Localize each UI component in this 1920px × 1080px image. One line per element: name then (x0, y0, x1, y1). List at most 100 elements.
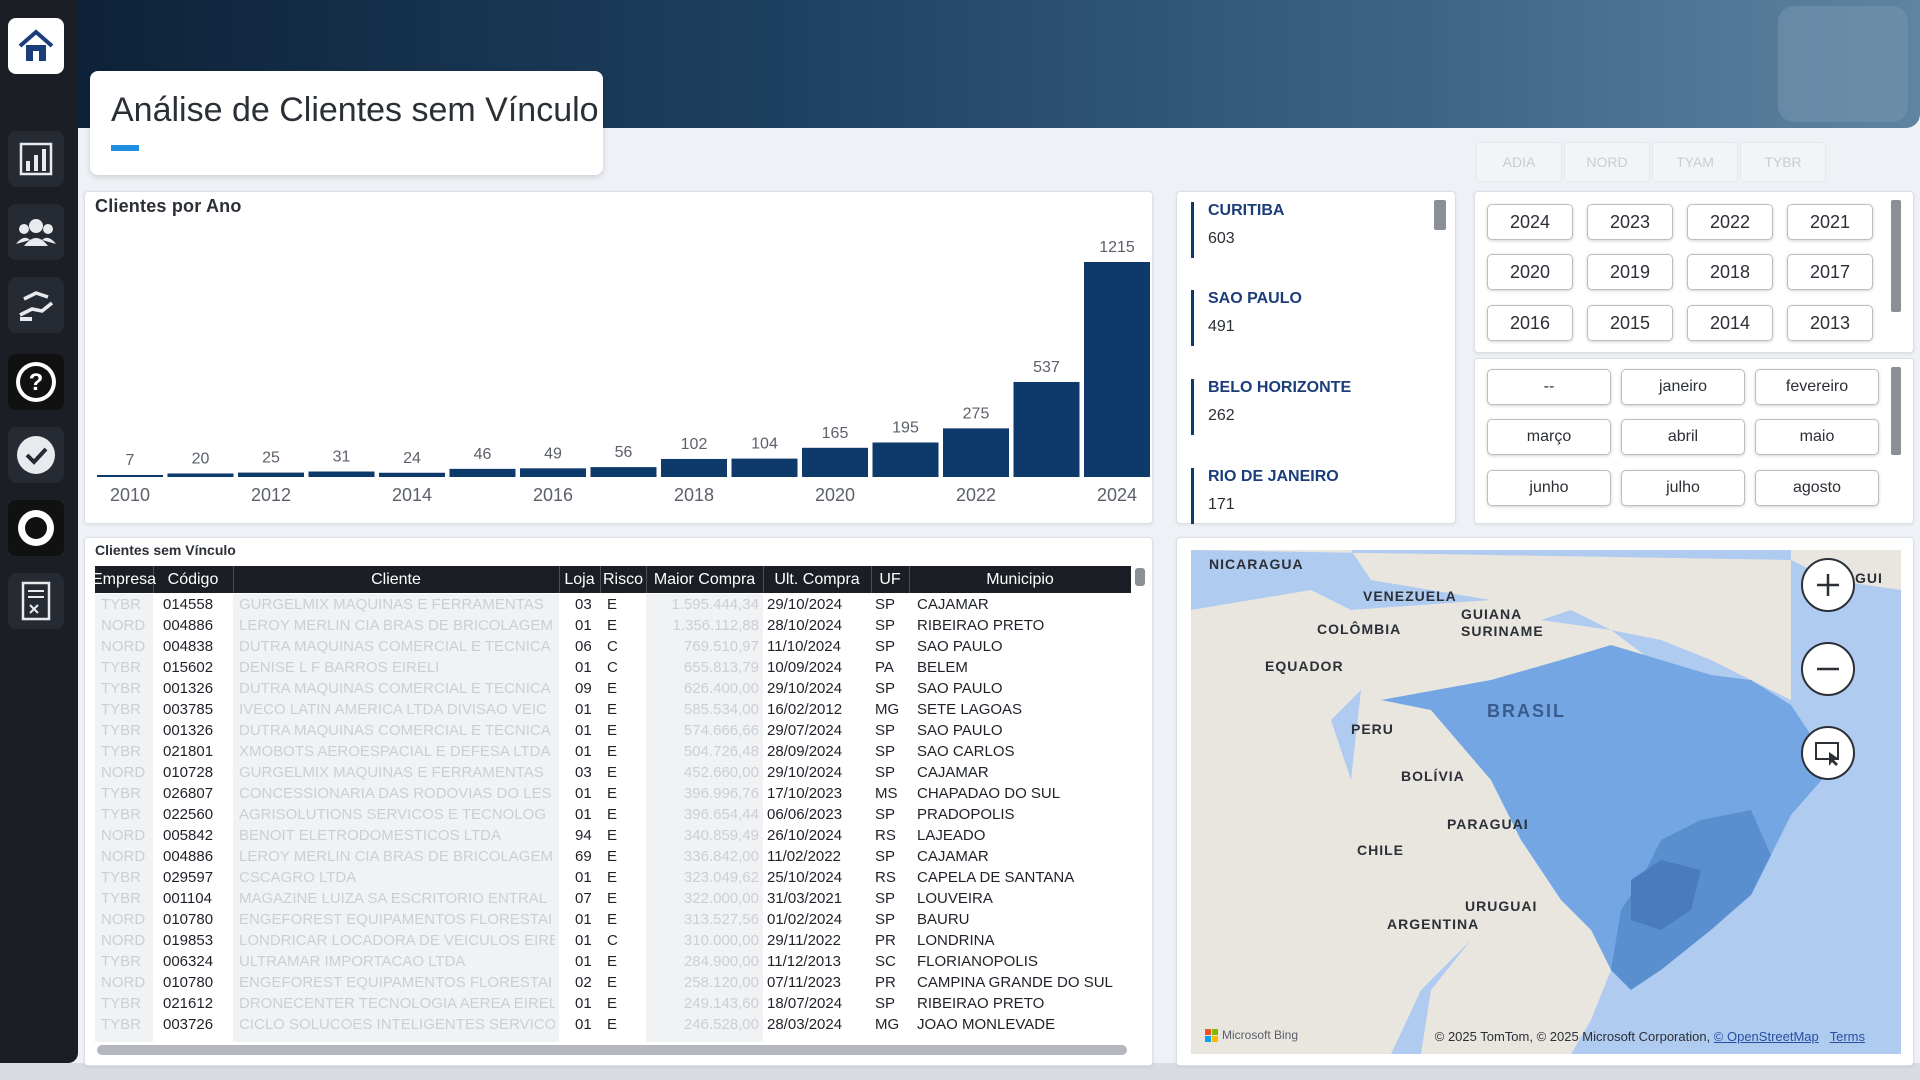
bar[interactable] (308, 471, 375, 477)
col-header-empresa[interactable]: Empresa (92, 566, 156, 593)
col-header-loja[interactable]: Loja (559, 566, 601, 593)
month-option[interactable]: -- (1487, 369, 1611, 405)
table-row[interactable]: NORD 010728 GURGELMIX MAQUINAS E FERRAMENT… (95, 762, 1131, 783)
empresa-option[interactable]: NORD (1564, 142, 1650, 182)
year-option[interactable]: 2020 (1487, 254, 1573, 290)
help-icon[interactable]: ? (8, 354, 64, 410)
cell-maior-compra: 310.000,00 (683, 932, 759, 949)
cell-codigo: 015602 (163, 659, 214, 676)
cell-municipio: CAJAMAR (917, 848, 989, 865)
col-header-codigo[interactable]: Código (153, 566, 234, 593)
empresa-option[interactable]: TYBR (1740, 142, 1826, 182)
team-icon[interactable] (8, 204, 64, 260)
month-slicer: -- janeiro fevereiro março abril maio ju… (1474, 358, 1914, 524)
table-row[interactable]: TYBR 001326 DUTRA MAQUINAS COMERCIAL E TEC… (95, 720, 1131, 741)
month-option[interactable]: agosto (1755, 470, 1879, 506)
col-header-maior-compra[interactable]: Maior Compra (646, 566, 764, 593)
table-row[interactable]: TYBR 026807 CONCESSIONARIA DAS RODOVIAS DO… (95, 783, 1131, 804)
table-row[interactable]: TYBR 006324 ULTRAMAR IMPORTACAO LTDA 01 E 284… (95, 951, 1131, 972)
bar[interactable] (238, 472, 304, 477)
month-option[interactable]: maio (1755, 419, 1879, 455)
table-row[interactable]: NORD 010780 ENGEFOREST EQUIPAMENTOS FLORES… (95, 972, 1131, 993)
col-header-uf[interactable]: UF (871, 566, 910, 593)
year-option[interactable]: 2024 (1487, 204, 1573, 240)
month-option[interactable]: janeiro (1621, 369, 1745, 405)
cell-codigo: 003726 (163, 1016, 214, 1033)
empresa-option[interactable]: TYAM (1652, 142, 1738, 182)
table-row[interactable]: TYBR 021612 DRONECENTER TECNOLOGIA AEREA E… (95, 993, 1131, 1014)
table-row[interactable]: TYBR 022560 AGRISOLUTIONS SERVICOS E TECNO… (95, 804, 1131, 825)
month-option[interactable]: março (1487, 419, 1611, 455)
col-header-risco[interactable]: Risco (600, 566, 647, 593)
cities-scrollbar[interactable] (1434, 200, 1446, 230)
bar[interactable] (449, 468, 516, 477)
bar[interactable] (167, 473, 234, 477)
bar[interactable] (872, 442, 939, 477)
bar[interactable] (590, 467, 657, 477)
col-header-ult-compra[interactable]: Ult. Compra (763, 566, 872, 593)
month-option[interactable]: fevereiro (1755, 369, 1879, 405)
handshake-icon[interactable] (8, 277, 64, 333)
cell-uf: MS (875, 785, 898, 802)
table-row[interactable]: NORD 004886 LEROY MERLIN CIA BRAS DE BRICO… (95, 846, 1131, 867)
terms-link[interactable]: Terms (1830, 1029, 1865, 1044)
table-row[interactable]: NORD 004886 LEROY MERLIN CIA BRAS DE BRICO… (95, 615, 1131, 636)
cell-maior-compra: 396.996,76 (683, 785, 759, 802)
bar[interactable] (661, 458, 727, 477)
col-header-cliente[interactable]: Cliente (233, 566, 560, 593)
map-canvas[interactable]: NICARAGUA VENEZUELA GUIANA SURINAME COLÔ… (1191, 550, 1901, 1054)
col-header-municipio[interactable]: Municipio (909, 566, 1131, 593)
year-option[interactable]: 2017 (1787, 254, 1873, 290)
bar[interactable] (943, 428, 1009, 477)
year-option[interactable]: 2018 (1687, 254, 1773, 290)
bar[interactable] (802, 447, 868, 477)
table-row[interactable]: TYBR 001104 MAGAZINE LUIZA SA ESCRITORIO E… (95, 888, 1131, 909)
table-row[interactable]: TYBR 001326 DUTRA MAQUINAS COMERCIAL E TEC… (95, 678, 1131, 699)
year-option[interactable]: 2021 (1787, 204, 1873, 240)
year-option[interactable]: 2013 (1787, 305, 1873, 341)
table-row[interactable]: TYBR 015602 DENISE L F BARROS EIRELI 01 C 655… (95, 657, 1131, 678)
year-option[interactable]: 2015 (1587, 305, 1673, 341)
cell-cliente: DUTRA MAQUINAS COMERCIAL E TECNICA (239, 680, 551, 697)
year-option[interactable]: 2022 (1687, 204, 1773, 240)
zoom-out-button[interactable] (1801, 642, 1855, 696)
year-option[interactable]: 2016 (1487, 305, 1573, 341)
bar[interactable] (1084, 262, 1150, 477)
ring-icon[interactable] (8, 500, 64, 556)
cell-ult-compra: 31/03/2021 (767, 890, 843, 907)
year-slicer-scrollbar[interactable] (1891, 200, 1901, 312)
table-row[interactable]: NORD 005842 BENOIT ELETRODOMESTICOS LTDA 94… (95, 825, 1131, 846)
bar[interactable] (520, 468, 586, 477)
year-option[interactable]: 2014 (1687, 305, 1773, 341)
city-name: RIO DE JANEIRO (1208, 468, 1339, 485)
selection-mode-button[interactable] (1801, 726, 1855, 780)
month-option[interactable]: abril (1621, 419, 1745, 455)
table-row[interactable]: NORD 010780 ENGEFOREST EQUIPAMENTOS FLORES… (95, 909, 1131, 930)
bar-chart-icon[interactable] (8, 131, 64, 187)
home-icon[interactable] (8, 18, 64, 74)
table-row[interactable]: NORD 019853 LONDRICAR LOCADORA DE VEICULOS… (95, 930, 1131, 951)
table-row[interactable]: NORD 004838 DUTRA MAQUINAS COMERCIAL E TEC… (95, 636, 1131, 657)
table-row[interactable]: TYBR 029597 CSCAGRO LTDA 01 E 323.049,62 25/10… (95, 867, 1131, 888)
report-icon[interactable] (8, 573, 64, 629)
empresa-option[interactable]: ADIA (1476, 142, 1562, 182)
month-slicer-scrollbar[interactable] (1891, 367, 1901, 455)
bar[interactable] (1013, 381, 1080, 477)
year-option[interactable]: 2019 (1587, 254, 1673, 290)
openstreetmap-link[interactable]: © OpenStreetMap (1714, 1029, 1819, 1044)
zoom-in-button[interactable] (1801, 558, 1855, 612)
bar[interactable] (97, 475, 163, 477)
check-icon[interactable] (8, 427, 64, 483)
bar[interactable] (731, 458, 798, 477)
cell-ult-compra: 28/03/2024 (767, 1016, 843, 1033)
table-vertical-scrollbar[interactable] (1135, 568, 1145, 586)
table-horizontal-scrollbar[interactable] (97, 1045, 1127, 1055)
table-row[interactable]: TYBR 003726 CICLO SOLUCOES INTELIGENTES SE… (95, 1014, 1131, 1035)
table-row[interactable]: TYBR 003785 IVECO LATIN AMERICA LTDA DIVIS… (95, 699, 1131, 720)
table-row[interactable]: TYBR 021801 XMOBOTS AEROESPACIAL E DEFESA … (95, 741, 1131, 762)
month-option[interactable]: julho (1621, 470, 1745, 506)
bar[interactable] (379, 472, 445, 477)
month-option[interactable]: junho (1487, 470, 1611, 506)
year-option[interactable]: 2023 (1587, 204, 1673, 240)
table-row[interactable]: TYBR 014558 GURGELMIX MAQUINAS E FERRAMENT… (95, 594, 1131, 615)
